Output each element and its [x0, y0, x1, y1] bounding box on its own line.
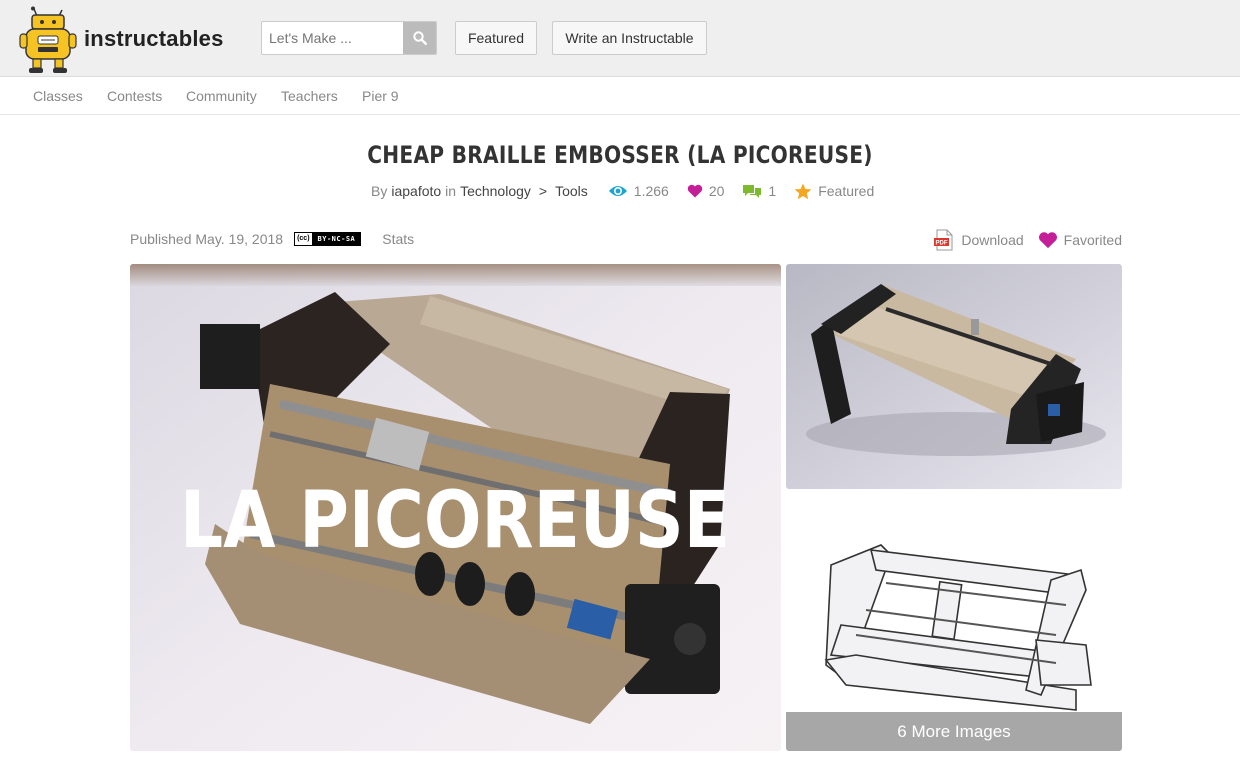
category-link[interactable]: Technology	[460, 183, 531, 199]
braille-embosser-photo: LA PICOREUSE	[130, 264, 781, 751]
download-button[interactable]: PDF Download	[933, 229, 1024, 251]
subcategory-link[interactable]: Tools	[555, 183, 588, 199]
svg-text:PDF: PDF	[936, 241, 948, 247]
more-images-button[interactable]: 6 More Images	[786, 712, 1122, 751]
published-date: Published May. 19, 2018	[130, 231, 284, 247]
license-badge[interactable]: (cc) BY-NC-SA	[294, 232, 362, 246]
by-label: By	[371, 183, 388, 199]
search-icon	[412, 31, 427, 45]
license-type: BY-NC-SA	[312, 233, 361, 245]
favorites-count: 20	[708, 183, 725, 199]
main-image-overlay-text: LA PICOREUSE	[180, 476, 730, 566]
write-instructable-button[interactable]: Write an Instructable	[552, 21, 707, 55]
heart-icon	[687, 184, 703, 198]
thumbnail-image-2[interactable]: 6 More Images	[786, 495, 1122, 751]
search-button[interactable]	[403, 22, 436, 54]
sub-navigation: Classes Contests Community Teachers Pier…	[0, 77, 1240, 115]
heart-icon	[1038, 232, 1057, 249]
main-project-image[interactable]: LA PICOREUSE	[130, 264, 781, 751]
in-label: in	[445, 183, 457, 199]
thumbnail-image-1[interactable]	[786, 264, 1122, 489]
favorited-button[interactable]: Favorited	[1038, 231, 1122, 249]
views-stat: 1.266	[608, 183, 669, 199]
publish-meta: Published May. 19, 2018 (cc) BY-NC-SA St…	[130, 231, 414, 247]
byline: By iapafoto in Technology > Tools 1.266 …	[371, 183, 874, 199]
eye-icon	[608, 186, 627, 196]
featured-button[interactable]: Featured	[455, 21, 537, 55]
featured-label: Featured	[818, 183, 875, 199]
comments-icon	[743, 184, 762, 198]
nav-pier-9[interactable]: Pier 9	[362, 88, 399, 104]
brand-name: instructables	[84, 26, 224, 51]
favorites-stat: 20	[687, 183, 725, 199]
nav-classes[interactable]: Classes	[33, 88, 83, 104]
featured-stat: Featured	[794, 183, 874, 200]
search-input[interactable]	[262, 22, 405, 54]
search-box	[261, 21, 437, 55]
breadcrumb-separator: >	[538, 183, 548, 199]
nav-teachers[interactable]: Teachers	[281, 88, 338, 104]
comments-count: 1	[768, 183, 777, 199]
comments-stat: 1	[742, 183, 776, 199]
star-icon	[794, 183, 812, 199]
download-label: Download	[961, 232, 1024, 248]
nav-contests[interactable]: Contests	[107, 88, 162, 104]
views-count: 1.266	[633, 183, 669, 199]
pdf-icon: PDF	[934, 229, 953, 251]
actions: PDF Download Favorited	[919, 229, 1122, 251]
stats-link[interactable]: Stats	[382, 231, 414, 247]
page-title: CHEAP BRAILLE EMBOSSER (LA PICOREUSE)	[367, 141, 873, 169]
top-header: instructables Featured Write an Instruct…	[0, 0, 1240, 77]
author-link[interactable]: iapafoto	[391, 183, 441, 199]
cc-label: (cc)	[295, 233, 313, 245]
site-logo[interactable]: instructables	[18, 6, 223, 74]
favorited-label: Favorited	[1063, 232, 1122, 248]
robot-mascot-icon	[19, 6, 77, 73]
embosser-angle-photo	[786, 264, 1122, 489]
nav-community[interactable]: Community	[186, 88, 257, 104]
